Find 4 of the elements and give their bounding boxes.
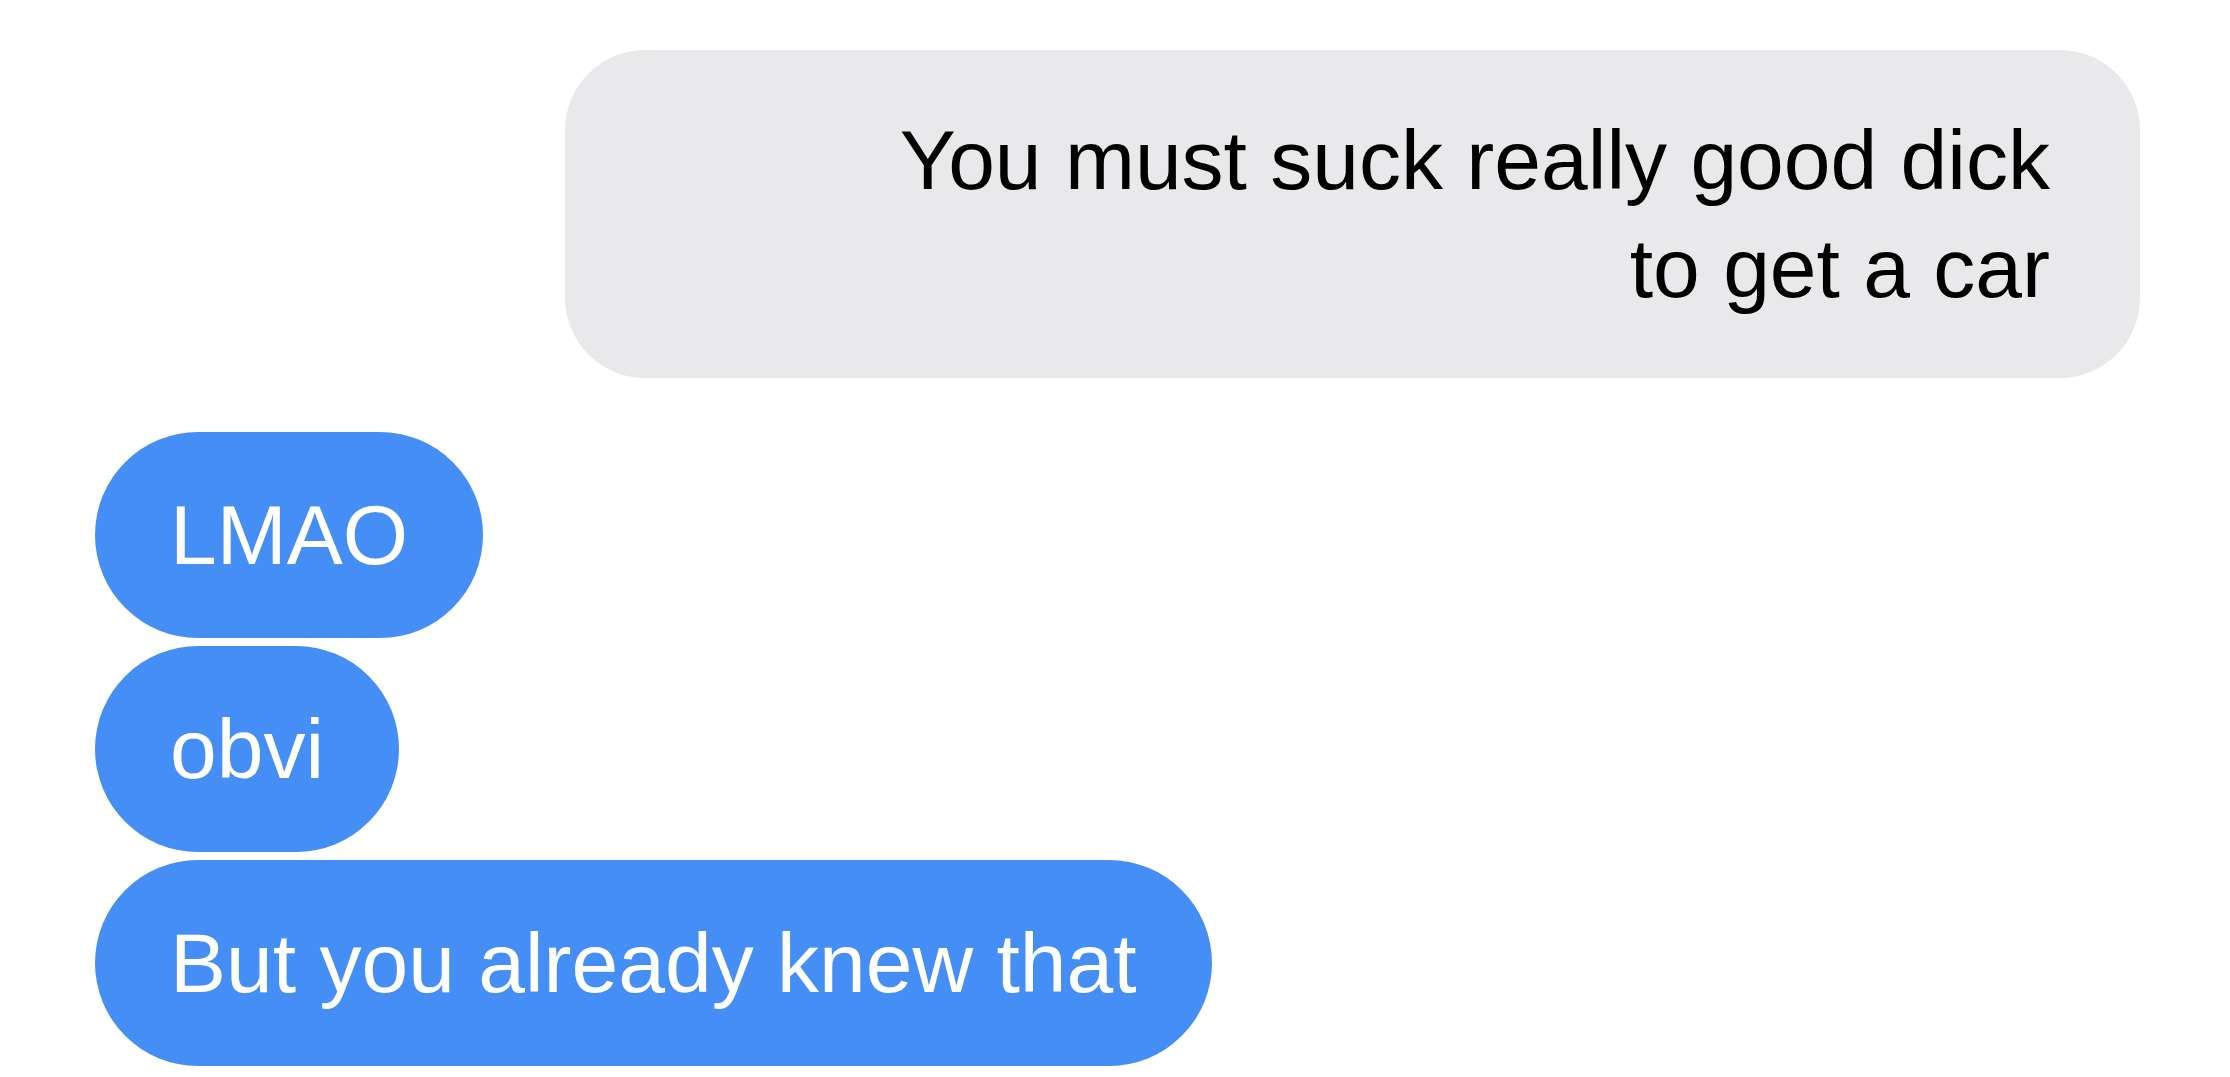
message-text: LMAO: [170, 486, 409, 584]
message-text: obvi: [170, 700, 325, 798]
message-text: You must suck really good dick to get a car: [898, 112, 2050, 317]
message-text: But you already knew that: [170, 914, 1137, 1012]
